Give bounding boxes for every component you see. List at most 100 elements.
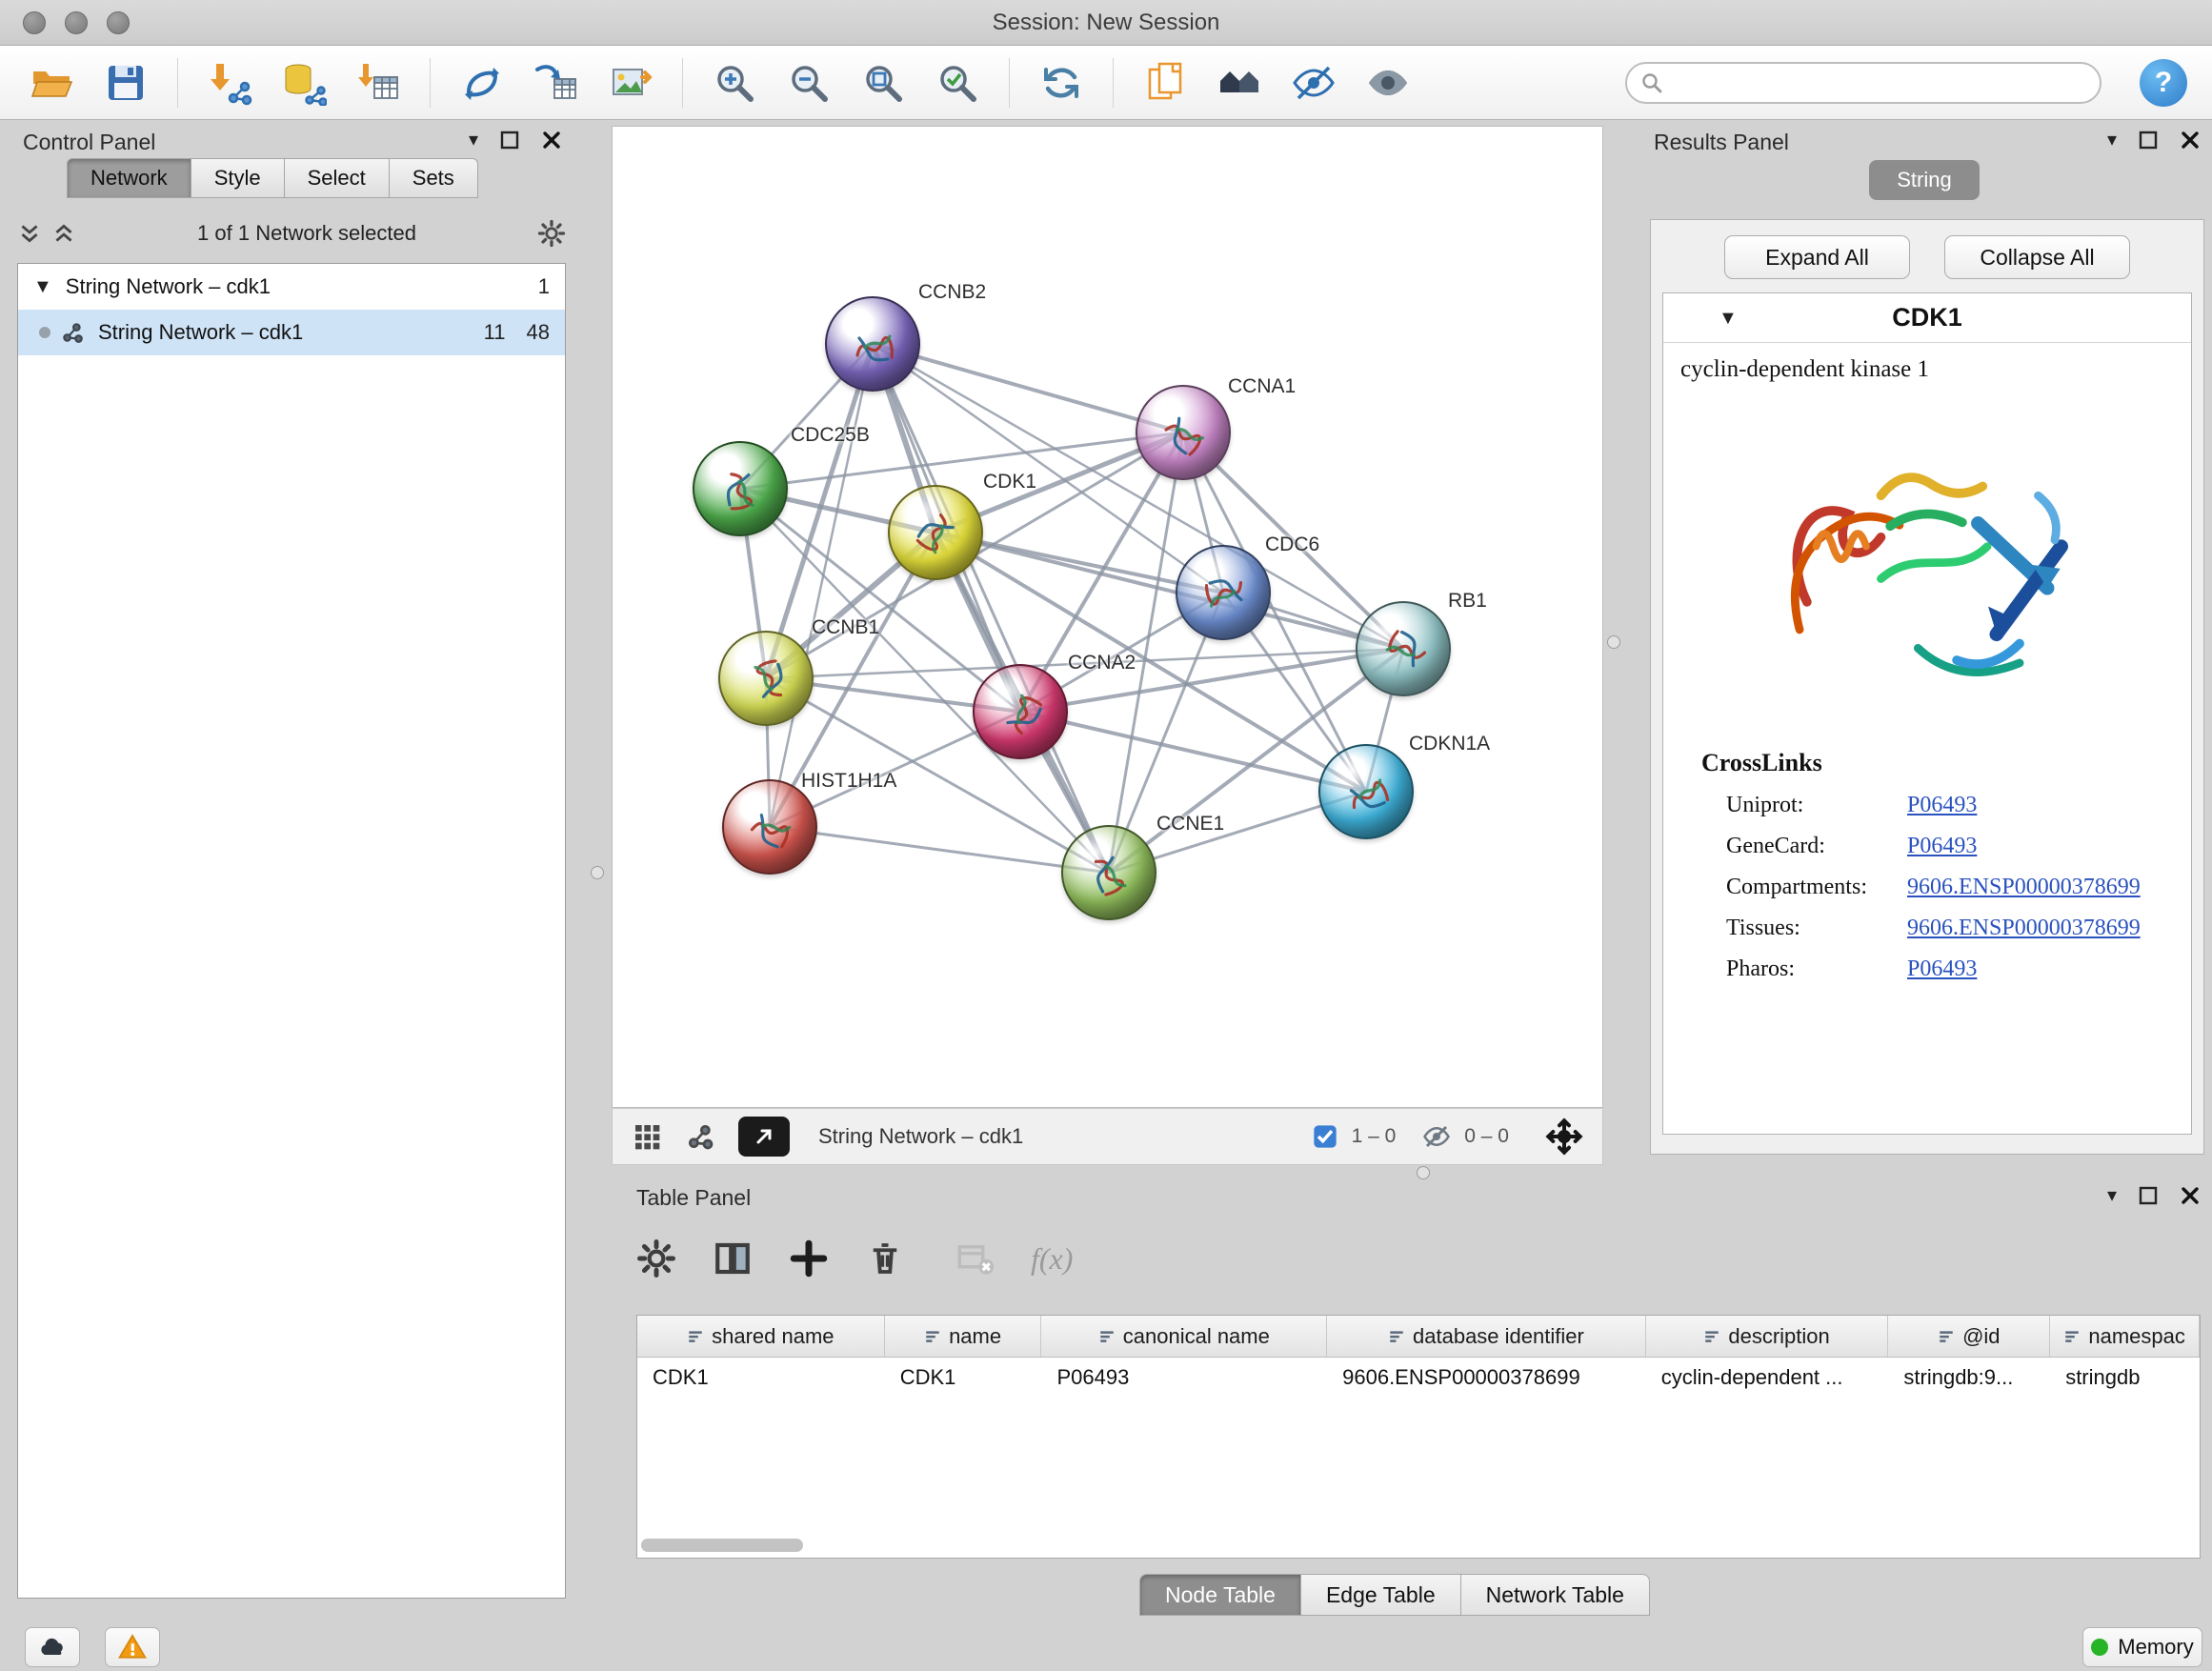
- panel-menu-icon[interactable]: ▾: [469, 131, 478, 150]
- network-options-gear-icon[interactable]: [537, 219, 566, 248]
- collapse-entry-icon[interactable]: ▼: [1719, 309, 1738, 328]
- tab-network-table[interactable]: Network Table: [1461, 1574, 1650, 1616]
- show-columns-icon[interactable]: [713, 1238, 753, 1278]
- annotation-visibility-button[interactable]: [1287, 56, 1340, 110]
- memory-button[interactable]: Memory: [2082, 1627, 2202, 1667]
- detach-view-button[interactable]: [738, 1117, 790, 1157]
- search-input[interactable]: [1625, 62, 2101, 104]
- open-session-button[interactable]: [25, 56, 78, 110]
- close-window-button[interactable]: [23, 11, 46, 34]
- eye-button[interactable]: [1361, 56, 1415, 110]
- import-network-database-button[interactable]: [277, 56, 331, 110]
- float-panel-icon[interactable]: [499, 130, 520, 151]
- network-node-CDK1[interactable]: [888, 485, 983, 580]
- crosslink-link[interactable]: 9606.ENSP00000378699: [1907, 916, 2141, 941]
- table-cell[interactable]: stringdb: [2050, 1358, 2200, 1398]
- right-splitter-handle[interactable]: [1607, 635, 1620, 649]
- table-cell[interactable]: CDK1: [637, 1358, 885, 1398]
- column-header--id[interactable]: @id: [1888, 1316, 2050, 1357]
- home-panels-button[interactable]: [1213, 56, 1266, 110]
- minimize-window-button[interactable]: [65, 11, 88, 34]
- save-session-button[interactable]: [99, 56, 152, 110]
- network-from-table-button[interactable]: [530, 56, 583, 110]
- collection-expand-icon[interactable]: ▼: [33, 277, 52, 296]
- network-edge[interactable]: [935, 533, 1403, 649]
- selected-checkbox-icon[interactable]: [1312, 1123, 1338, 1150]
- network-node-RB1[interactable]: [1356, 601, 1451, 696]
- table-cell[interactable]: CDK1: [885, 1358, 1042, 1398]
- table-cell[interactable]: 9606.ENSP00000378699: [1327, 1358, 1646, 1398]
- expand-all-button[interactable]: Expand All: [1724, 235, 1910, 279]
- close-panel-icon[interactable]: [2180, 1185, 2201, 1206]
- network-node-CCNB1[interactable]: [718, 631, 814, 726]
- collapse-all-networks-icon[interactable]: [51, 221, 76, 246]
- network-node-CCNB2[interactable]: [825, 296, 920, 392]
- help-button[interactable]: ?: [2140, 59, 2187, 107]
- zoom-out-button[interactable]: [782, 56, 835, 110]
- table-horizontal-scrollbar[interactable]: [641, 1539, 803, 1552]
- bottom-splitter-handle[interactable]: [1417, 1166, 1430, 1179]
- table-cell[interactable]: cyclin-dependent ...: [1646, 1358, 1889, 1398]
- network-edge[interactable]: [770, 344, 873, 827]
- tab-node-table[interactable]: Node Table: [1139, 1574, 1301, 1616]
- column-header-shared-name[interactable]: shared name: [637, 1316, 885, 1357]
- crosslink-link[interactable]: P06493: [1907, 956, 1977, 982]
- column-header-description[interactable]: description: [1646, 1316, 1889, 1357]
- duplicate-document-button[interactable]: [1138, 56, 1192, 110]
- network-node-CCNA2[interactable]: [973, 664, 1068, 759]
- table-cell[interactable]: stringdb:9...: [1888, 1358, 2050, 1398]
- tab-edge-table[interactable]: Edge Table: [1301, 1574, 1461, 1616]
- zoom-fit-button[interactable]: [856, 56, 910, 110]
- table-row[interactable]: CDK1CDK1P064939606.ENSP00000378699cyclin…: [637, 1358, 2200, 1398]
- network-collection-row[interactable]: ▼ String Network – cdk1 1: [18, 264, 565, 310]
- close-panel-icon[interactable]: [2180, 130, 2201, 151]
- collapse-all-button[interactable]: Collapse All: [1944, 235, 2130, 279]
- network-node-CCNE1[interactable]: [1061, 825, 1156, 920]
- tab-network[interactable]: Network: [67, 158, 191, 198]
- import-table-file-button[interactable]: [352, 56, 405, 110]
- column-header-namespac[interactable]: namespac: [2050, 1316, 2200, 1357]
- crosslink-link[interactable]: P06493: [1907, 793, 1977, 818]
- table-options-gear-icon[interactable]: [636, 1238, 676, 1278]
- zoom-in-button[interactable]: [708, 56, 761, 110]
- network-canvas[interactable]: CCNB2CCNA1CDC25BCDK1CDC6RB1CCNB1CCNA2CDK…: [612, 126, 1603, 1108]
- network-node-CDC25B[interactable]: [693, 441, 788, 536]
- table-cell[interactable]: P06493: [1042, 1358, 1328, 1398]
- network-edge[interactable]: [1020, 712, 1366, 792]
- column-header-canonical-name[interactable]: canonical name: [1041, 1316, 1327, 1357]
- left-splitter-handle[interactable]: [591, 866, 604, 879]
- expand-all-networks-icon[interactable]: [17, 221, 42, 246]
- crosslink-link[interactable]: 9606.ENSP00000378699: [1907, 875, 2141, 900]
- add-column-icon[interactable]: [789, 1238, 829, 1278]
- panel-menu-icon[interactable]: ▾: [2107, 1186, 2117, 1205]
- delete-column-icon[interactable]: [865, 1238, 905, 1278]
- cloud-status-button[interactable]: [25, 1627, 80, 1667]
- import-network-file-button[interactable]: [203, 56, 256, 110]
- float-panel-icon[interactable]: [2138, 130, 2159, 151]
- tab-style[interactable]: Style: [191, 158, 285, 198]
- column-header-name[interactable]: name: [885, 1316, 1042, 1357]
- pan-crosshair-icon[interactable]: [1545, 1117, 1583, 1156]
- network-node-HIST1H1A[interactable]: [722, 779, 817, 875]
- grid-view-icon[interactable]: [632, 1121, 662, 1152]
- crosslink-link[interactable]: P06493: [1907, 834, 1977, 859]
- tab-select[interactable]: Select: [285, 158, 390, 198]
- export-image-button[interactable]: [604, 56, 657, 110]
- warnings-button[interactable]: [105, 1627, 160, 1667]
- column-header-database-identifier[interactable]: database identifier: [1327, 1316, 1646, 1357]
- panel-menu-icon[interactable]: ▾: [2107, 131, 2117, 150]
- tab-string[interactable]: String: [1869, 160, 1980, 200]
- network-edge[interactable]: [770, 827, 1109, 873]
- network-node-CCNA1[interactable]: [1136, 385, 1231, 480]
- zoom-window-button[interactable]: [107, 11, 130, 34]
- node-details-header[interactable]: ▼ CDK1: [1663, 293, 2191, 343]
- network-row-selected[interactable]: String Network – cdk1 11 48: [18, 310, 565, 355]
- network-edge[interactable]: [873, 344, 1109, 873]
- birdseye-view-icon[interactable]: [685, 1121, 715, 1152]
- new-network-button[interactable]: [455, 56, 509, 110]
- hidden-eye-icon[interactable]: [1422, 1122, 1451, 1151]
- network-node-CDKN1A[interactable]: [1318, 744, 1414, 839]
- close-panel-icon[interactable]: [541, 130, 562, 151]
- refresh-layout-button[interactable]: [1035, 56, 1088, 110]
- float-panel-icon[interactable]: [2138, 1185, 2159, 1206]
